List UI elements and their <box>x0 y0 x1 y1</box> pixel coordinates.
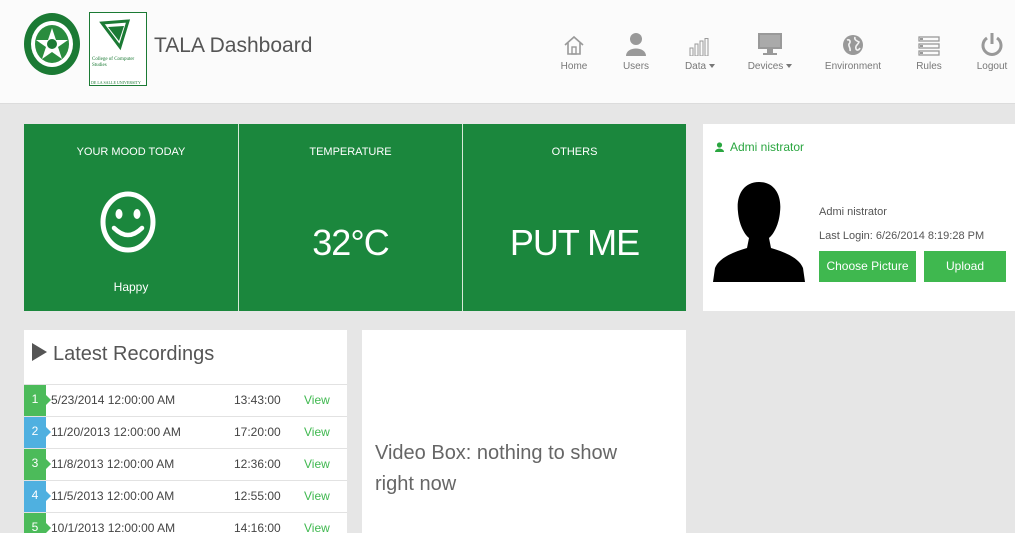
app-title: TALA Dashboard <box>154 34 313 57</box>
row-number-badge: 3 <box>24 449 51 480</box>
recording-time: 13:43:00 <box>234 393 281 407</box>
nav-users-label: Users <box>622 61 650 72</box>
recording-date: 11/20/2013 12:00:00 AM <box>51 425 181 439</box>
nav-rules-label: Rules <box>916 61 942 72</box>
view-recording-link[interactable]: View <box>304 489 330 503</box>
temperature-heading: TEMPERATURE <box>309 146 392 158</box>
view-recording-link[interactable]: View <box>304 425 330 439</box>
table-row: 3 11/8/2013 12:00:00 AM 12:36:00 View <box>24 448 347 480</box>
monitor-icon <box>758 33 782 55</box>
globe-icon <box>843 35 863 55</box>
table-row: 4 11/5/2013 12:00:00 AM 12:55:00 View <box>24 480 347 512</box>
user-icon <box>626 33 646 56</box>
university-seal-logo <box>24 13 80 75</box>
row-number-badge: 4 <box>24 481 51 512</box>
video-box: Video Box: nothing to show right now <box>362 330 686 533</box>
temperature-tile: TEMPERATURE 32°C <box>239 124 462 311</box>
others-tile: OTHERS PUT ME <box>463 124 686 311</box>
mood-tile: YOUR MOOD TODAY Happy <box>24 124 238 311</box>
row-number-badge: 2 <box>24 417 51 448</box>
college-logo: College of Computer Studies DE LA SALLE … <box>89 12 147 86</box>
college-logo-text: College of Computer Studies <box>92 57 135 68</box>
view-recording-link[interactable]: View <box>304 457 330 471</box>
top-header: College of Computer Studies DE LA SALLE … <box>0 0 1015 104</box>
latest-recordings-panel: Latest Recordings 1 5/23/2014 12:00:00 AM… <box>24 330 347 533</box>
table-row: 1 5/23/2014 12:00:00 AM 13:43:00 View <box>24 384 347 416</box>
nav-logout-label: Logout <box>976 61 1008 72</box>
list-icon <box>918 36 940 56</box>
college-logo-mark-icon <box>99 19 131 51</box>
nav-home[interactable]: Home <box>557 26 591 82</box>
nav-data-label: Data <box>684 61 707 72</box>
recording-time: 12:55:00 <box>234 489 281 503</box>
chevron-down-icon <box>709 64 716 69</box>
recording-date: 5/23/2014 12:00:00 AM <box>51 393 176 407</box>
others-heading: OTHERS <box>551 146 598 158</box>
mood-value: Happy <box>113 280 149 294</box>
nav-devices[interactable]: Devices <box>745 26 795 82</box>
recording-date: 11/8/2013 12:00:00 AM <box>51 457 175 471</box>
profile-name: Admi nistrator <box>819 206 887 218</box>
recording-date: 11/5/2013 12:00:00 AM <box>51 489 175 503</box>
nav-environment[interactable]: Environment <box>821 26 885 82</box>
power-icon <box>981 33 1003 56</box>
upload-button[interactable]: Upload <box>924 251 1006 282</box>
recording-time: 14:16:00 <box>234 521 281 533</box>
smiley-icon <box>100 191 156 253</box>
row-number-badge: 1 <box>24 385 51 416</box>
recordings-heading: Latest Recordings <box>32 343 214 366</box>
nav-users[interactable]: Users <box>619 26 653 82</box>
nav-environment-label: Environment <box>824 61 882 72</box>
home-icon <box>564 35 584 55</box>
table-row: 5 10/1/2013 12:00:00 AM 14:16:00 View <box>24 512 347 533</box>
avatar <box>713 182 805 282</box>
last-login-text: Last Login: 6/26/2014 8:19:28 PM <box>819 230 985 242</box>
nav-devices-label: Devices <box>747 61 784 72</box>
recording-date: 10/1/2013 12:00:00 AM <box>51 521 176 533</box>
view-recording-link[interactable]: View <box>304 521 330 533</box>
user-icon <box>715 142 724 152</box>
view-recording-link[interactable]: View <box>304 393 330 407</box>
nav-data[interactable]: Data <box>679 26 721 82</box>
college-logo-subtext: DE LA SALLE UNIVERSITY <box>91 80 141 85</box>
mood-heading: YOUR MOOD TODAY <box>76 146 186 158</box>
video-message: Video Box: nothing to show right now <box>375 442 618 495</box>
play-icon <box>32 343 47 361</box>
profile-heading-label: Admi nistrator <box>730 140 805 154</box>
recording-time: 12:36:00 <box>234 457 281 471</box>
profile-heading: Admi nistrator <box>715 140 804 154</box>
nav-rules[interactable]: Rules <box>912 26 946 82</box>
nav-home-label: Home <box>560 61 588 72</box>
recording-time: 17:20:00 <box>234 425 281 439</box>
nav-logout[interactable]: Logout <box>973 26 1011 82</box>
choose-picture-button[interactable]: Choose Picture <box>819 251 916 282</box>
row-number-badge: 5 <box>24 513 51 533</box>
profile-card: Admi nistrator Admi nistrator Last Login… <box>703 124 1015 311</box>
table-row: 2 11/20/2013 12:00:00 AM 17:20:00 View <box>24 416 347 448</box>
bar-chart-icon <box>689 38 709 56</box>
others-value: PUT ME <box>509 222 640 263</box>
temperature-value: 32°C <box>312 222 389 263</box>
status-tiles: YOUR MOOD TODAY Happy TEMPERATURE 32°C O… <box>24 124 686 311</box>
recordings-title: Latest Recordings <box>53 343 215 365</box>
chevron-down-icon <box>786 64 793 69</box>
